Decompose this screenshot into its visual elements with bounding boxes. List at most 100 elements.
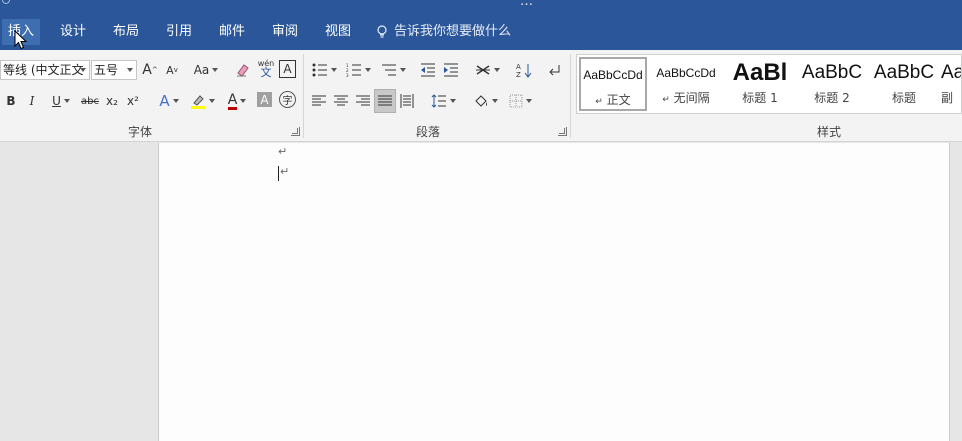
font-group-label: 字体 — [128, 125, 153, 139]
align-center-button[interactable] — [332, 90, 350, 112]
show-hide-marks-button[interactable] — [545, 59, 565, 81]
paragraph-mark: ↵ — [280, 165, 290, 178]
window-title: … — [520, 0, 533, 9]
styles-gallery: AaBbCcDd ↵ 正文 AaBbCcDd ↵ 无间隔 AaBl 标题 1 A… — [576, 54, 962, 114]
shrink-font-icon: A — [166, 63, 174, 77]
enclose-characters-icon: 字 — [282, 96, 293, 107]
chinese-layout-icon — [475, 65, 490, 75]
phonetic-guide-button[interactable]: wén 文 — [256, 57, 276, 79]
multilevel-list-button[interactable] — [378, 59, 408, 81]
paragraph-dialog-launcher-icon[interactable] — [558, 127, 567, 136]
style-heading-2-name: 标题 2 — [814, 91, 850, 105]
style-heading-1[interactable]: AaBl 标题 1 — [725, 57, 795, 111]
subscript-icon: x₂ — [106, 94, 118, 108]
superscript-button[interactable]: x² — [124, 90, 142, 112]
change-case-button[interactable]: Aa — [191, 59, 221, 81]
change-case-icon: Aa — [193, 63, 210, 77]
eraser-icon — [237, 64, 249, 77]
character-shading-icon: A — [260, 92, 269, 107]
increase-indent-button[interactable] — [441, 59, 461, 81]
chevron-down-icon[interactable] — [127, 68, 133, 72]
italic-icon: I — [29, 94, 35, 108]
bold-button[interactable]: B — [4, 90, 18, 112]
paragraph-mark-icon: ↵ — [595, 97, 603, 107]
decrease-indent-icon — [421, 63, 435, 77]
style-title-name: 标题 — [891, 91, 916, 105]
svg-text:A: A — [516, 63, 521, 71]
styles-group-label: 样式 — [817, 125, 842, 139]
subscript-button[interactable]: x₂ — [103, 90, 121, 112]
line-spacing-button[interactable] — [428, 90, 458, 112]
align-center-icon — [334, 95, 348, 106]
style-no-spacing-sample: AaBbCcDd — [656, 66, 716, 80]
tab-references[interactable]: 引用 — [166, 19, 192, 45]
text-effects-button[interactable]: A — [155, 90, 183, 112]
svg-text:Z: Z — [516, 71, 521, 78]
tab-design[interactable]: 设计 — [60, 19, 86, 45]
style-title-sample: AaBbC — [873, 62, 935, 83]
document-page[interactable]: ↵ ↵ — [158, 143, 950, 441]
shrink-font-button[interactable]: Av — [164, 59, 180, 81]
underline-button[interactable]: U — [46, 90, 76, 112]
increase-indent-icon — [444, 63, 458, 77]
font-dialog-launcher-icon[interactable] — [291, 127, 300, 136]
character-shading-button[interactable]: A — [257, 92, 272, 107]
chinese-layout-button[interactable] — [472, 59, 502, 81]
align-right-icon — [356, 95, 370, 106]
lightbulb-icon — [377, 25, 387, 38]
tab-mailings[interactable]: 邮件 — [219, 19, 245, 45]
font-size-value: 五号 — [94, 63, 119, 77]
paragraph-mark-icon: ↵ — [662, 95, 670, 105]
character-border-icon: A — [283, 62, 292, 76]
group-divider — [303, 54, 304, 138]
sort-icon: AZ — [516, 63, 532, 78]
tell-me-placeholder: 告诉我你想要做什么 — [394, 24, 512, 39]
font-color-icon: A — [227, 91, 238, 110]
tab-review[interactable]: 审阅 — [272, 19, 298, 45]
chevron-down-icon[interactable] — [80, 68, 86, 72]
style-title[interactable]: AaBbC 标题 — [869, 57, 939, 111]
style-heading-2[interactable]: AaBbC 标题 2 — [797, 57, 867, 111]
quick-access-icon[interactable] — [2, 0, 10, 4]
justify-icon — [378, 95, 392, 106]
tell-me-search[interactable]: 告诉我你想要做什么 — [376, 19, 511, 45]
ribbon: 等线 (中文正文 五号 A ^ Av Aa wén 文 A B I U abc x… — [0, 50, 962, 142]
strikethrough-button[interactable]: abc — [80, 90, 100, 112]
multilevel-list-icon — [381, 64, 396, 76]
ribbon-tab-bar: … 插入 设计 布局 引用 邮件 审阅 视图 告诉我你想要做什么 — [0, 0, 962, 50]
group-divider — [570, 54, 571, 138]
sort-button[interactable]: AZ — [514, 59, 534, 81]
tab-view[interactable]: 视图 — [325, 19, 351, 45]
style-no-spacing-name: 无间隔 — [673, 91, 710, 105]
italic-button[interactable]: I — [25, 90, 39, 112]
tab-layout[interactable]: 布局 — [113, 19, 139, 45]
font-size-combo[interactable]: 五号 — [91, 60, 137, 80]
style-normal-name: 正文 — [606, 93, 631, 107]
highlight-button[interactable] — [187, 90, 217, 112]
clear-formatting-button[interactable] — [233, 59, 253, 81]
paragraph-mark: ↵ — [278, 145, 288, 158]
text-caret — [278, 166, 279, 181]
align-left-button[interactable] — [310, 90, 328, 112]
paragraph-mark-icon — [549, 65, 560, 76]
document-area: ↵ ↵ — [0, 143, 962, 441]
decrease-indent-button[interactable] — [418, 59, 438, 81]
font-color-button[interactable]: A — [222, 90, 252, 112]
style-heading-1-sample: AaBl — [732, 59, 788, 86]
justify-button[interactable] — [374, 89, 396, 113]
style-normal[interactable]: AaBbCcDd ↵ 正文 — [579, 57, 647, 111]
align-right-button[interactable] — [354, 90, 372, 112]
style-no-spacing[interactable]: AaBbCcDd ↵ 无间隔 — [651, 57, 721, 111]
grow-font-button[interactable]: A ^ — [142, 59, 158, 81]
bullets-button[interactable] — [310, 59, 338, 81]
enclose-characters-button[interactable]: 字 — [279, 91, 296, 108]
borders-button[interactable] — [505, 90, 535, 112]
style-subtitle-sample: Aa — [941, 62, 962, 83]
distributed-button[interactable] — [398, 90, 416, 112]
shading-button[interactable] — [470, 90, 500, 112]
numbering-button[interactable]: 123 — [343, 59, 373, 81]
character-border-button[interactable]: A — [279, 60, 296, 78]
font-name-combo[interactable]: 等线 (中文正文 — [0, 60, 90, 80]
style-subtitle[interactable]: Aa 副 — [941, 57, 962, 111]
bullet-list-icon — [312, 63, 327, 77]
